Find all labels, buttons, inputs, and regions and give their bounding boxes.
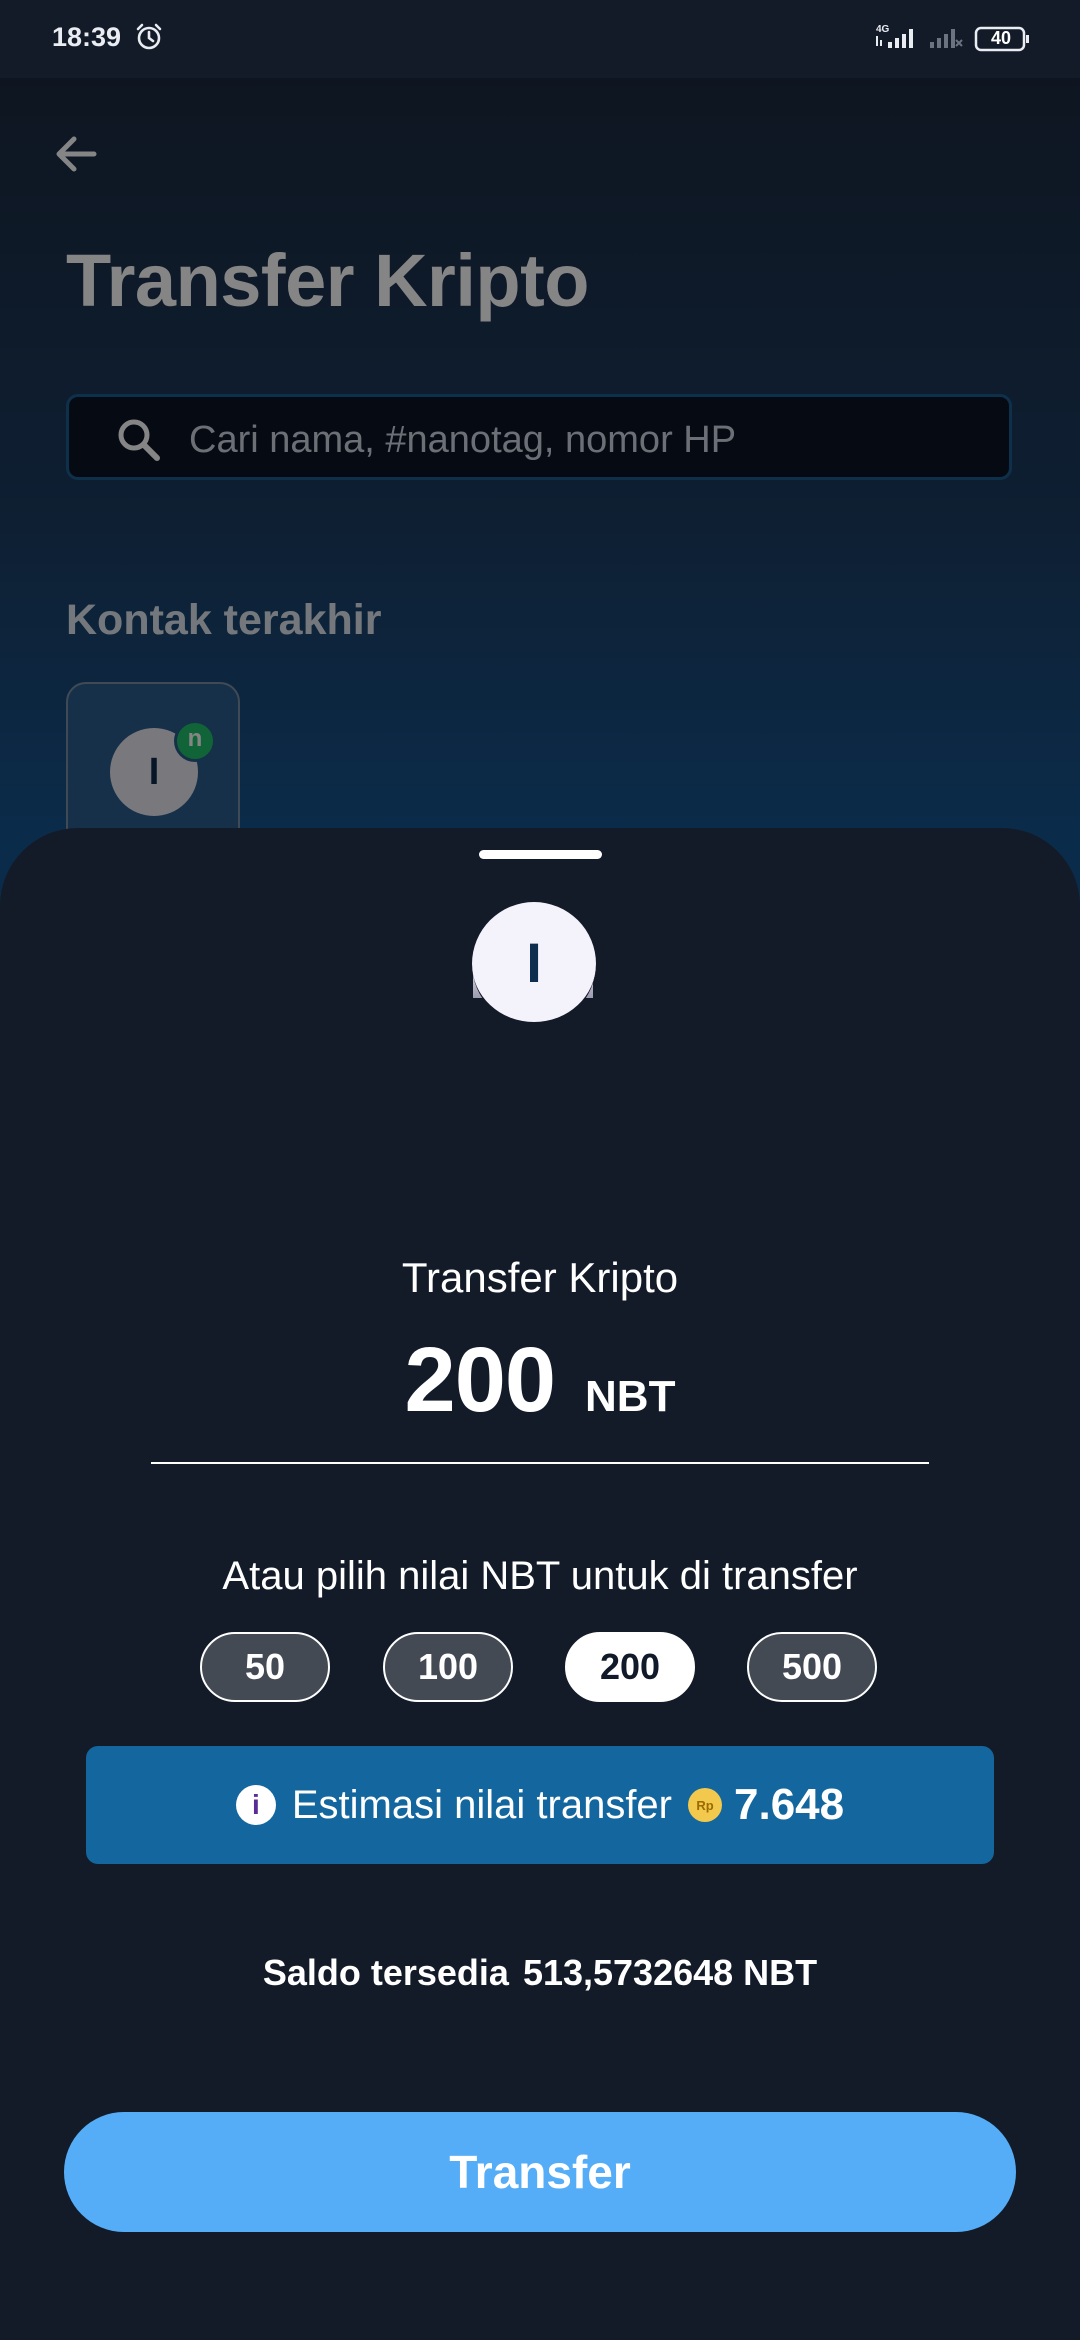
quick-pick-label: Atau pilih nilai NBT untuk di transfer [222,1554,858,1598]
amount-value[interactable]: 200 [405,1328,556,1433]
estimate-value: 7.648 [734,1780,845,1829]
estimate-label: Estimasi nilai transfer [291,1782,672,1827]
info-icon: i [235,1785,276,1825]
quick-amount-200[interactable]: 200 [565,1632,695,1702]
recipient-avatar: I [472,902,596,1026]
balance-label: Saldo tersedia [262,1952,509,1993]
recipient-avatar-group: I [472,902,596,1026]
alarm-icon [134,22,164,57]
status-time: 18:39 [52,22,122,52]
transfer-estimate-banner: i Estimasi nilai transfer Rp 7.648 [86,1746,994,1864]
transfer-button[interactable]: Transfer [64,2112,1016,2232]
rupiah-coin-icon: Rp [688,1788,722,1822]
signal-empty-icon [928,26,964,55]
battery-level: 40 [990,28,1012,48]
sheet-title: Transfer Kripto [401,1254,679,1301]
quick-amount-50[interactable]: 50 [200,1632,330,1702]
amount-unit: NBT [585,1372,676,1421]
quick-amount-500[interactable]: 500 [747,1632,877,1702]
amount-underline [151,1462,929,1464]
status-bar: 18:39 4G 40 [0,0,1080,78]
quick-amount-100[interactable]: 100 [383,1632,513,1702]
available-balance: Saldo tersedia 513,5732648 NBT [0,1952,1080,1994]
signal-4g-icon: 4G [874,22,922,57]
drag-handle[interactable] [479,850,602,859]
balance-value: 513,5732648 NBT [522,1952,818,1993]
transfer-bottom-sheet: I Transfer Kripto 200 NBT Atau pilih nil… [0,828,1080,2340]
amount-input[interactable]: 200 NBT [0,1328,1080,1438]
svg-text:4G: 4G [876,24,890,35]
